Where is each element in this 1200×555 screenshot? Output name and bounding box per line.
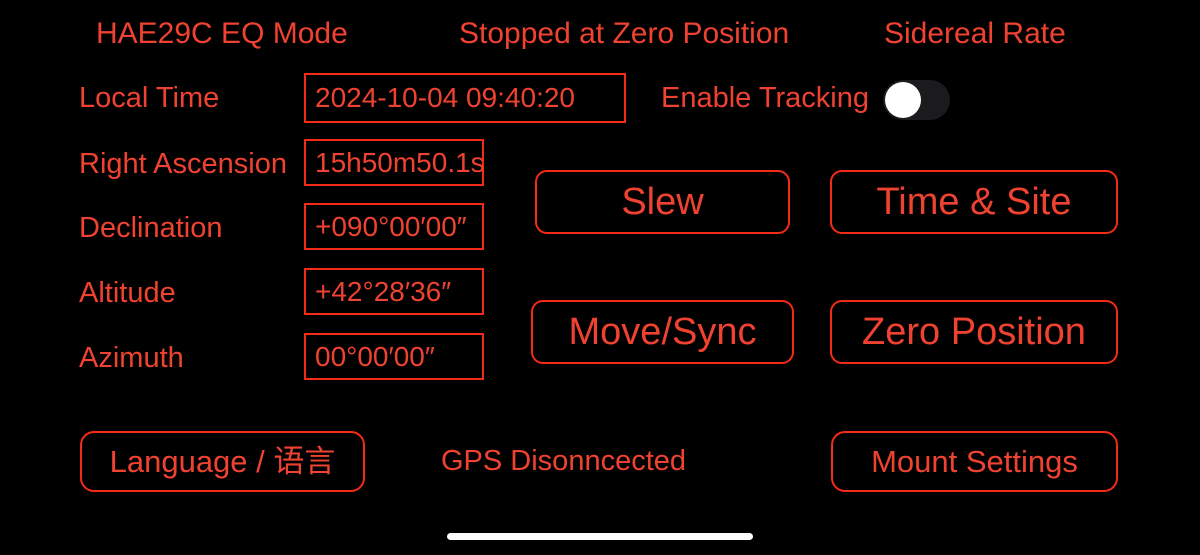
- time-and-site-button[interactable]: Time & Site: [830, 170, 1118, 234]
- mount-settings-button-label: Mount Settings: [871, 444, 1078, 479]
- right-ascension-field[interactable]: 15h50m50.1s: [304, 139, 485, 186]
- zero-position-button-label: Zero Position: [862, 311, 1086, 353]
- azimuth-field[interactable]: 00°00′00″: [304, 333, 484, 380]
- status-gps: GPS Disonncected: [441, 445, 687, 477]
- label-altitude: Altitude: [79, 277, 176, 309]
- enable-tracking-toggle[interactable]: [883, 80, 950, 120]
- altitude-value: +42°28′36″: [315, 275, 452, 307]
- language-button[interactable]: Language / 语言: [80, 431, 365, 492]
- zero-position-button[interactable]: Zero Position: [830, 300, 1118, 364]
- label-declination: Declination: [79, 212, 223, 244]
- app-screen: HAE29C EQ Mode Stopped at Zero Position …: [0, 0, 1200, 555]
- label-azimuth: Azimuth: [79, 342, 184, 374]
- local-time-value: 2024-10-04 09:40:20: [315, 82, 575, 113]
- slew-button-label: Slew: [621, 181, 704, 223]
- status-mount-mode: HAE29C EQ Mode: [96, 17, 348, 50]
- move-sync-button-label: Move/Sync: [568, 311, 757, 353]
- label-right-ascension: Right Ascension: [79, 148, 287, 180]
- time-and-site-button-label: Time & Site: [876, 181, 1072, 223]
- language-button-label: Language / 语言: [109, 444, 336, 479]
- toggle-knob: [885, 82, 921, 118]
- altitude-field[interactable]: +42°28′36″: [304, 268, 484, 315]
- right-ascension-value: 15h50m50.1s: [315, 146, 485, 178]
- home-indicator[interactable]: [447, 533, 753, 540]
- label-enable-tracking: Enable Tracking: [661, 82, 869, 114]
- azimuth-value: 00°00′00″: [315, 340, 435, 372]
- status-tracking-rate: Sidereal Rate: [884, 17, 1066, 50]
- label-local-time: Local Time: [79, 82, 220, 114]
- move-sync-button[interactable]: Move/Sync: [531, 300, 794, 364]
- status-mount-state: Stopped at Zero Position: [459, 17, 790, 50]
- local-time-field[interactable]: 2024-10-04 09:40:20: [304, 73, 626, 123]
- declination-field[interactable]: +090°00′00″: [304, 203, 484, 250]
- declination-value: +090°00′00″: [315, 210, 467, 242]
- mount-settings-button[interactable]: Mount Settings: [831, 431, 1118, 492]
- slew-button[interactable]: Slew: [535, 170, 790, 234]
